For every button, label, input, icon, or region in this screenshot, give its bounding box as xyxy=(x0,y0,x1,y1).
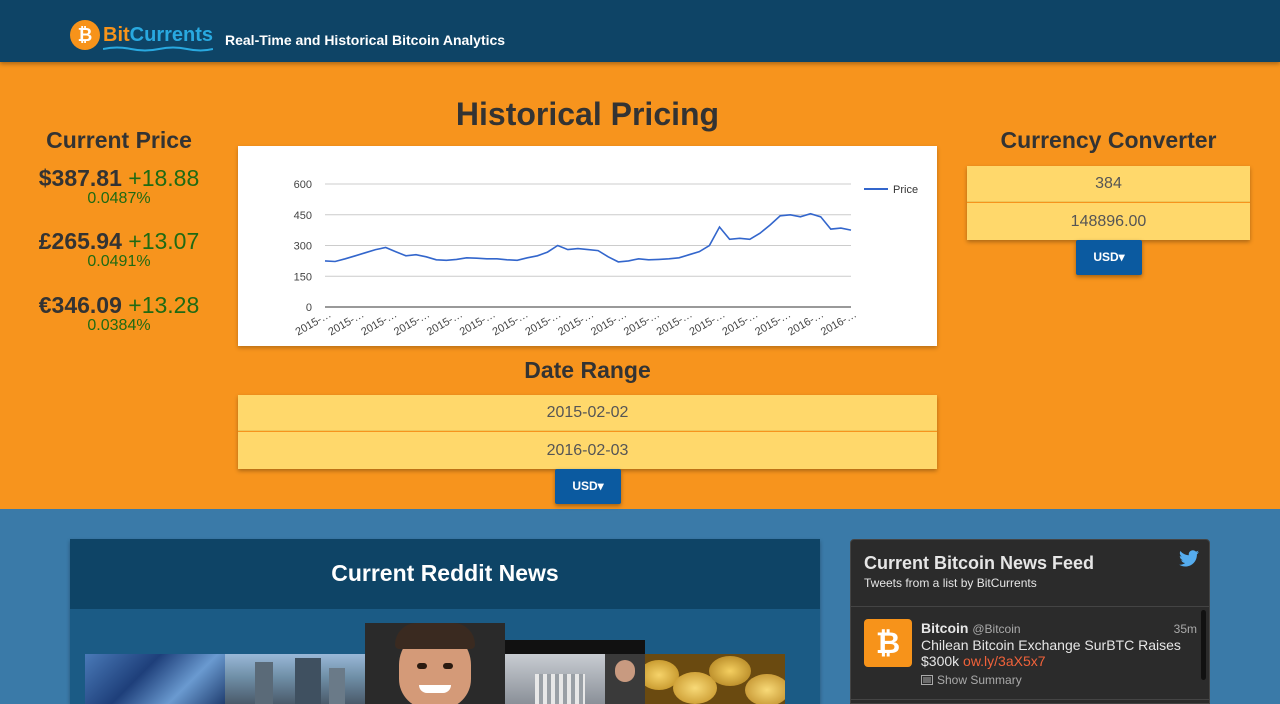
x-tick-label: 2016-… xyxy=(786,308,826,338)
price-chart: 0 150 300 450 600 2015-… 2015-… 2015-… 2015-… 201… xyxy=(238,146,937,346)
tweet-author[interactable]: Bitcoin @Bitcoin xyxy=(921,620,1021,636)
twitter-feed-title[interactable]: Current Bitcoin News Feed xyxy=(864,553,1094,574)
reddit-news-panel: Current Reddit News xyxy=(70,539,820,704)
x-tick-label: 2015-… xyxy=(491,308,531,338)
caret-down-icon: ▾ xyxy=(597,479,604,493)
price-change: +13.07 xyxy=(128,228,200,254)
y-tick-label: 450 xyxy=(294,210,312,222)
caret-down-icon: ▾ xyxy=(1118,250,1125,264)
divider xyxy=(851,699,1209,700)
news-thumbnail[interactable] xyxy=(645,654,785,704)
y-tick-label: 600 xyxy=(294,179,312,191)
y-tick-label: 0 xyxy=(306,302,312,314)
x-tick-label: 2015-… xyxy=(589,308,629,338)
price-value: $387.81 xyxy=(38,165,122,191)
price-percent: 0.0491% xyxy=(87,253,151,270)
news-thumbnail[interactable] xyxy=(505,640,645,704)
news-thumbnail[interactable] xyxy=(85,654,225,704)
x-tick-label: 2015-… xyxy=(425,308,465,338)
x-tick-label: 2015-… xyxy=(523,308,563,338)
wave-icon xyxy=(103,46,213,51)
btc-amount-input[interactable] xyxy=(967,166,1250,202)
x-tick-label: 2015-… xyxy=(458,308,498,338)
x-tick-label: 2015-… xyxy=(655,308,695,338)
tagline: Real-Time and Historical Bitcoin Analyti… xyxy=(225,32,506,48)
x-tick-label: 2015-… xyxy=(294,308,334,338)
end-date-input[interactable] xyxy=(238,432,937,469)
twitter-feed-subtitle: Tweets from a list by BitCurrents xyxy=(864,576,1037,590)
x-tick-label: 2015-… xyxy=(392,308,432,338)
chart-svg: 01503004506002015-…2015-…2015-…2015-…201… xyxy=(294,179,919,338)
price-value: £265.94 xyxy=(38,228,122,254)
twitter-feed: Current Bitcoin News Feed Tweets from a … xyxy=(850,539,1210,704)
tweet-handle[interactable]: @Bitcoin xyxy=(972,622,1020,636)
start-date-input[interactable] xyxy=(238,395,937,431)
x-tick-label: 2015-… xyxy=(326,308,366,338)
x-tick-label: 2015-… xyxy=(753,308,793,338)
x-tick-label: 2015-… xyxy=(720,308,760,338)
y-tick-label: 150 xyxy=(294,271,312,283)
summary-icon xyxy=(921,675,933,685)
logo[interactable]: ₿ BitCurrents xyxy=(70,20,213,51)
reddit-news-title: Current Reddit News xyxy=(70,539,820,609)
x-tick-label: 2016-… xyxy=(819,308,859,338)
bitcoin-avatar[interactable]: ₿ xyxy=(864,619,912,667)
news-thumbnail[interactable] xyxy=(365,623,505,704)
logo-text: BitCurrents xyxy=(103,24,213,51)
price-change: +13.28 xyxy=(128,292,200,318)
price-usd: $387.81 +18.88 0.0487% xyxy=(20,166,218,208)
price-gbp: £265.94 +13.07 0.0491% xyxy=(20,229,218,271)
navbar: ₿ BitCurrents Real-Time and Historical B… xyxy=(0,0,1280,62)
bitcoin-logo-icon: ₿ xyxy=(70,20,100,50)
divider xyxy=(851,606,1209,607)
legend-label: Price xyxy=(893,184,918,196)
price-series-line xyxy=(324,212,852,263)
fiat-amount-input[interactable] xyxy=(967,203,1250,240)
price-percent: 0.0487% xyxy=(87,190,151,207)
historical-pricing-title: Historical Pricing xyxy=(455,96,720,132)
price-percent: 0.0384% xyxy=(87,317,151,334)
price-value: €346.09 xyxy=(38,292,122,318)
x-tick-label: 2015-… xyxy=(556,308,596,338)
feed-scrollbar[interactable] xyxy=(1201,610,1206,680)
date-range-currency-dropdown[interactable]: USD▾ xyxy=(555,469,621,504)
news-thumbnail[interactable] xyxy=(225,654,365,704)
price-eur: €346.09 +13.28 0.0384% xyxy=(20,293,218,335)
price-change: +18.88 xyxy=(128,165,200,191)
tweet-text: Chilean Bitcoin Exchange SurBTC Raises $… xyxy=(921,637,1181,669)
twitter-bird-icon[interactable] xyxy=(1179,550,1199,567)
currency-converter-title: Currency Converter xyxy=(1000,127,1217,153)
date-range-title: Date Range xyxy=(524,357,651,383)
y-tick-label: 300 xyxy=(294,241,312,253)
tweet-time[interactable]: 35m xyxy=(1174,622,1197,636)
current-price-title: Current Price xyxy=(46,127,192,153)
x-tick-label: 2015-… xyxy=(359,308,399,338)
tweet-link[interactable]: ow.ly/3aX5x7 xyxy=(963,653,1046,669)
converter-currency-dropdown[interactable]: USD▾ xyxy=(1076,240,1142,275)
show-summary-link[interactable]: Show Summary xyxy=(921,673,1022,687)
x-tick-label: 2015-… xyxy=(688,308,728,338)
x-tick-label: 2015-… xyxy=(622,308,662,338)
